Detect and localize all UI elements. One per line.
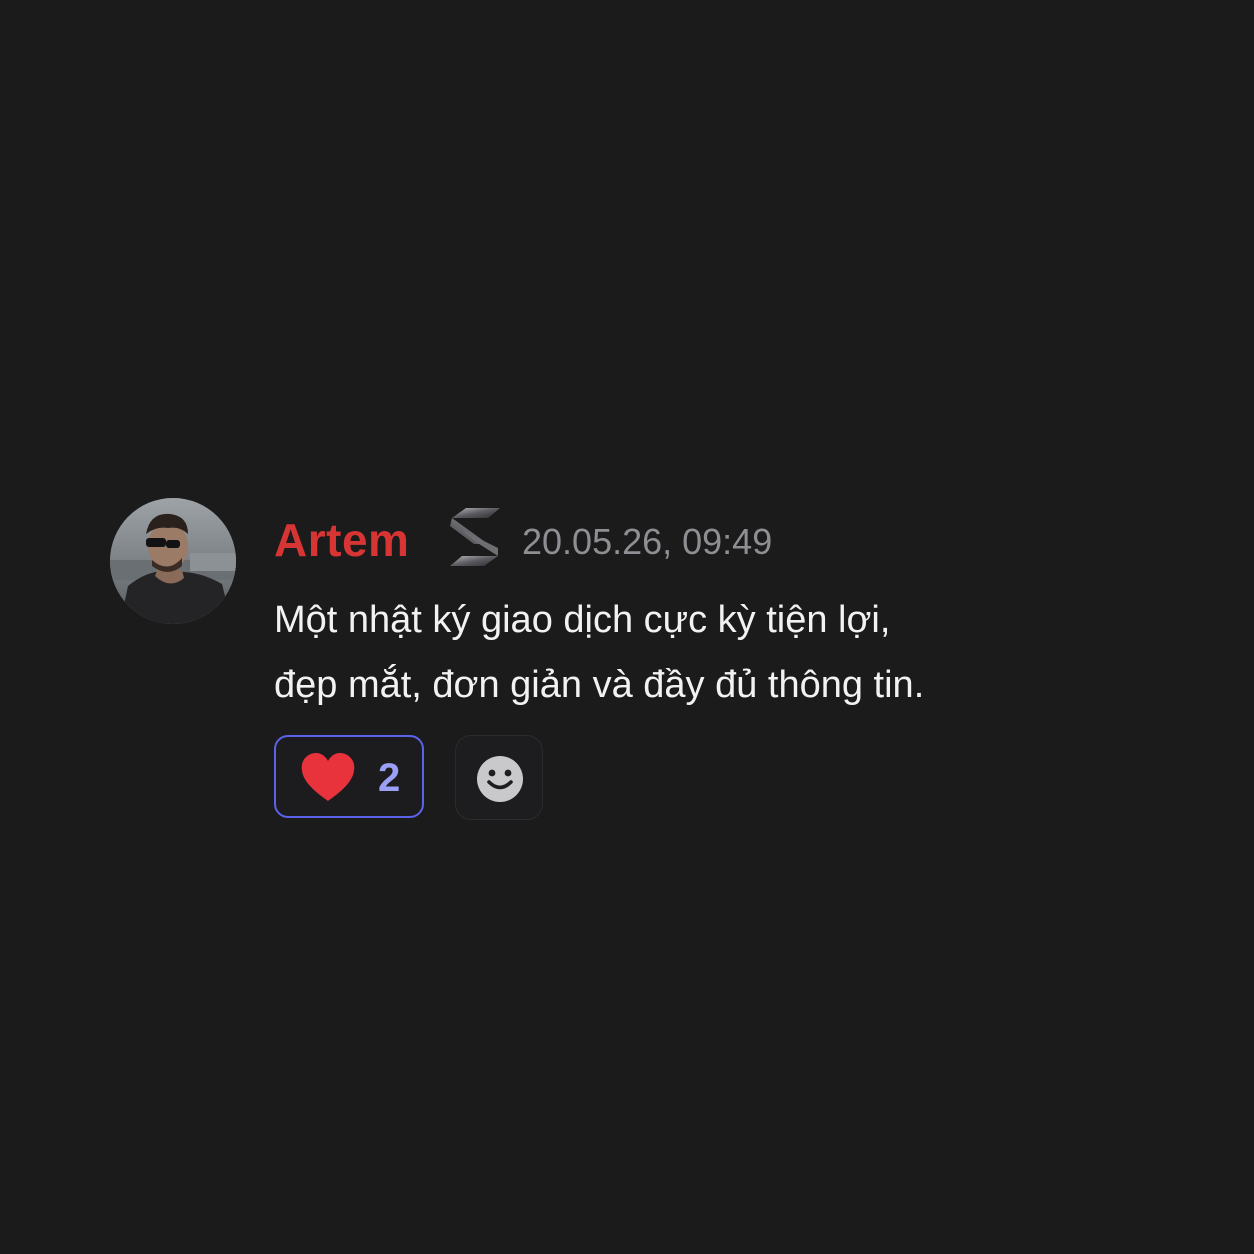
avatar[interactable] xyxy=(110,498,236,624)
smiley-icon xyxy=(477,756,523,802)
heart-icon xyxy=(301,753,355,801)
message-text: Một nhật ký giao dịch cực kỳ tiện lợi, đ… xyxy=(274,588,1074,718)
comment-header: Artem 20.05.26, 09:49 xyxy=(274,508,974,572)
reaction-bar: 2 xyxy=(274,735,574,823)
page: Artem 20.05.26, 09:49 Một nhật ký giao d… xyxy=(0,0,1254,1254)
user-avatar-photo xyxy=(110,498,236,624)
reaction-count: 2 xyxy=(378,756,401,800)
timestamp: 20.05.26, 09:49 xyxy=(522,521,773,562)
message-line: Một nhật ký giao dịch cực kỳ tiện lợi, xyxy=(274,599,891,641)
message-line: đẹp mắt, đơn giản và đầy đủ thông tin. xyxy=(274,664,925,706)
author-name[interactable]: Artem xyxy=(274,514,409,566)
add-reaction-button[interactable] xyxy=(455,735,543,820)
heart-reaction-button[interactable]: 2 xyxy=(274,735,424,818)
s-logo-badge-icon xyxy=(450,508,500,566)
